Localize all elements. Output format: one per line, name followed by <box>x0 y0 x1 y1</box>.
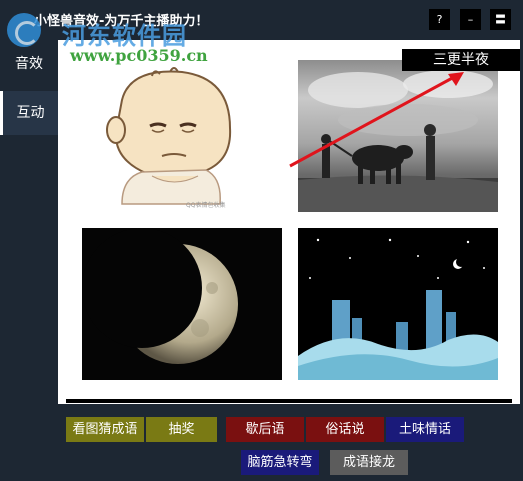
game-panel: QQ表情包收集 三更半夜 <box>58 40 520 404</box>
baby-illustration <box>106 67 232 205</box>
bored-baby-cartoon-image: QQ表情包收集 <box>82 64 246 208</box>
menu-button[interactable]: 〓 <box>490 9 511 30</box>
proverb-button[interactable]: 俗话说 <box>306 417 384 442</box>
eclipsed-moon-image <box>82 228 282 380</box>
idiom-chain-button[interactable]: 成语接龙 <box>330 450 408 475</box>
moon-photo <box>82 228 238 364</box>
game-button-bar: 看图猜成语 抽奖 歇后语 俗话说 土味情话 脑筋急转弯 成语接龙 <box>58 404 523 481</box>
cheesy-pickup-lines-button[interactable]: 土味情话 <box>386 417 464 442</box>
watermark-url: www.pc0359.cn <box>70 46 208 65</box>
sidebar-item-interaction[interactable]: 互动 <box>0 91 58 135</box>
lottery-button[interactable]: 抽奖 <box>146 417 217 442</box>
night-photo <box>298 238 498 380</box>
minimize-button[interactable]: – <box>460 9 481 30</box>
panel-divider <box>66 399 512 403</box>
night-city-image <box>298 228 498 380</box>
brain-teaser-button[interactable]: 脑筋急转弯 <box>241 450 319 475</box>
help-button[interactable]: ? <box>429 9 450 30</box>
guess-idiom-button[interactable]: 看图猜成语 <box>66 417 144 442</box>
sidebar-item-sound-effects[interactable]: 音效 <box>0 42 58 86</box>
xiehouyu-button[interactable]: 歇后语 <box>226 417 304 442</box>
image-caption: QQ表情包收集 <box>186 202 226 208</box>
pointer-arrow <box>289 72 464 168</box>
watermark-logo-icon <box>7 13 41 47</box>
sidebar: 音效 互动 <box>0 40 58 481</box>
